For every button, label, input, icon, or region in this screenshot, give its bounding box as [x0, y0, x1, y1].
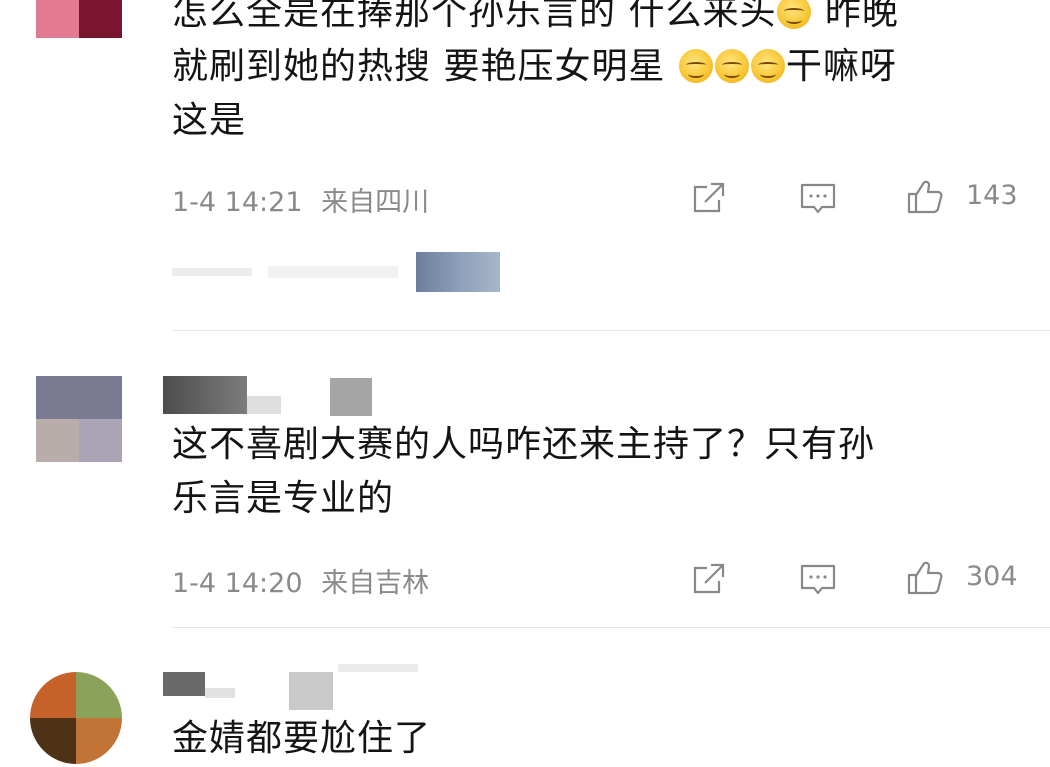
- comment-time: 1-4 14:20: [172, 568, 303, 599]
- comment-line: 这是: [172, 100, 247, 141]
- comment-line: 昨晚: [824, 0, 899, 33]
- avatar[interactable]: [36, 0, 122, 38]
- grinning-sweat-emoji-icon: [750, 49, 785, 83]
- comment-text: 怎么全是在捧那个孙乐言的 什么来头 昨晚: [172, 0, 899, 40]
- username-blur: [163, 376, 247, 414]
- divider: [172, 627, 1050, 628]
- thumbs-up-icon[interactable]: [905, 176, 945, 216]
- comment-meta: 1-4 14:21 来自四川: [172, 180, 429, 219]
- comment-location: 来自吉林: [321, 568, 430, 599]
- share-icon[interactable]: [689, 178, 729, 218]
- username-blur: [330, 378, 372, 416]
- grinning-sweat-emoji-icon: [714, 49, 749, 83]
- comment-text: 这不喜剧大赛的人吗咋还来主持了？只有孙: [172, 418, 875, 472]
- reply-preview-blur: [268, 266, 398, 278]
- comment-icon[interactable]: [798, 559, 838, 599]
- like-count: 304: [966, 561, 1018, 592]
- username-blur: [163, 672, 205, 696]
- avatar[interactable]: [36, 376, 122, 462]
- thumbs-up-icon[interactable]: [905, 557, 945, 597]
- comment-line: 怎么全是在捧那个孙乐言的 什么来头: [172, 0, 777, 33]
- divider: [172, 330, 1050, 331]
- reply-preview-blur: [172, 268, 252, 276]
- comment-text: 乐言是专业的: [172, 472, 394, 526]
- comment-line: 就刷到她的热搜 要艳压女明星: [172, 46, 666, 87]
- comment-line: 这不喜剧大赛的人吗咋还来主持了？只有孙: [172, 424, 876, 465]
- share-icon[interactable]: [689, 559, 729, 599]
- avatar[interactable]: [30, 672, 122, 764]
- username-blur: [205, 688, 235, 698]
- comment-meta: 1-4 14:20 来自吉林: [172, 561, 429, 600]
- comment-icon[interactable]: [798, 178, 838, 218]
- comment-line: 金婧都要尬住了: [172, 718, 432, 759]
- comment-line: 乐言是专业的: [172, 478, 395, 519]
- username-blur: [289, 672, 333, 710]
- username-blur: [338, 664, 418, 672]
- comment-text: 金婧都要尬住了: [172, 712, 431, 766]
- username-blur: [247, 396, 281, 414]
- like-count: 143: [966, 180, 1018, 211]
- reply-avatar-blur: [416, 252, 500, 292]
- comment-text: 这是: [172, 94, 246, 148]
- grinning-sweat-emoji-icon: [678, 49, 713, 83]
- comment-location: 来自四川: [321, 187, 430, 218]
- comment-line: 干嘛呀: [785, 46, 897, 87]
- comment-time: 1-4 14:21: [172, 187, 303, 218]
- grinning-sweat-emoji-icon: [777, 0, 812, 29]
- comment-text: 就刷到她的热搜 要艳压女明星 干嘛呀: [172, 40, 897, 94]
